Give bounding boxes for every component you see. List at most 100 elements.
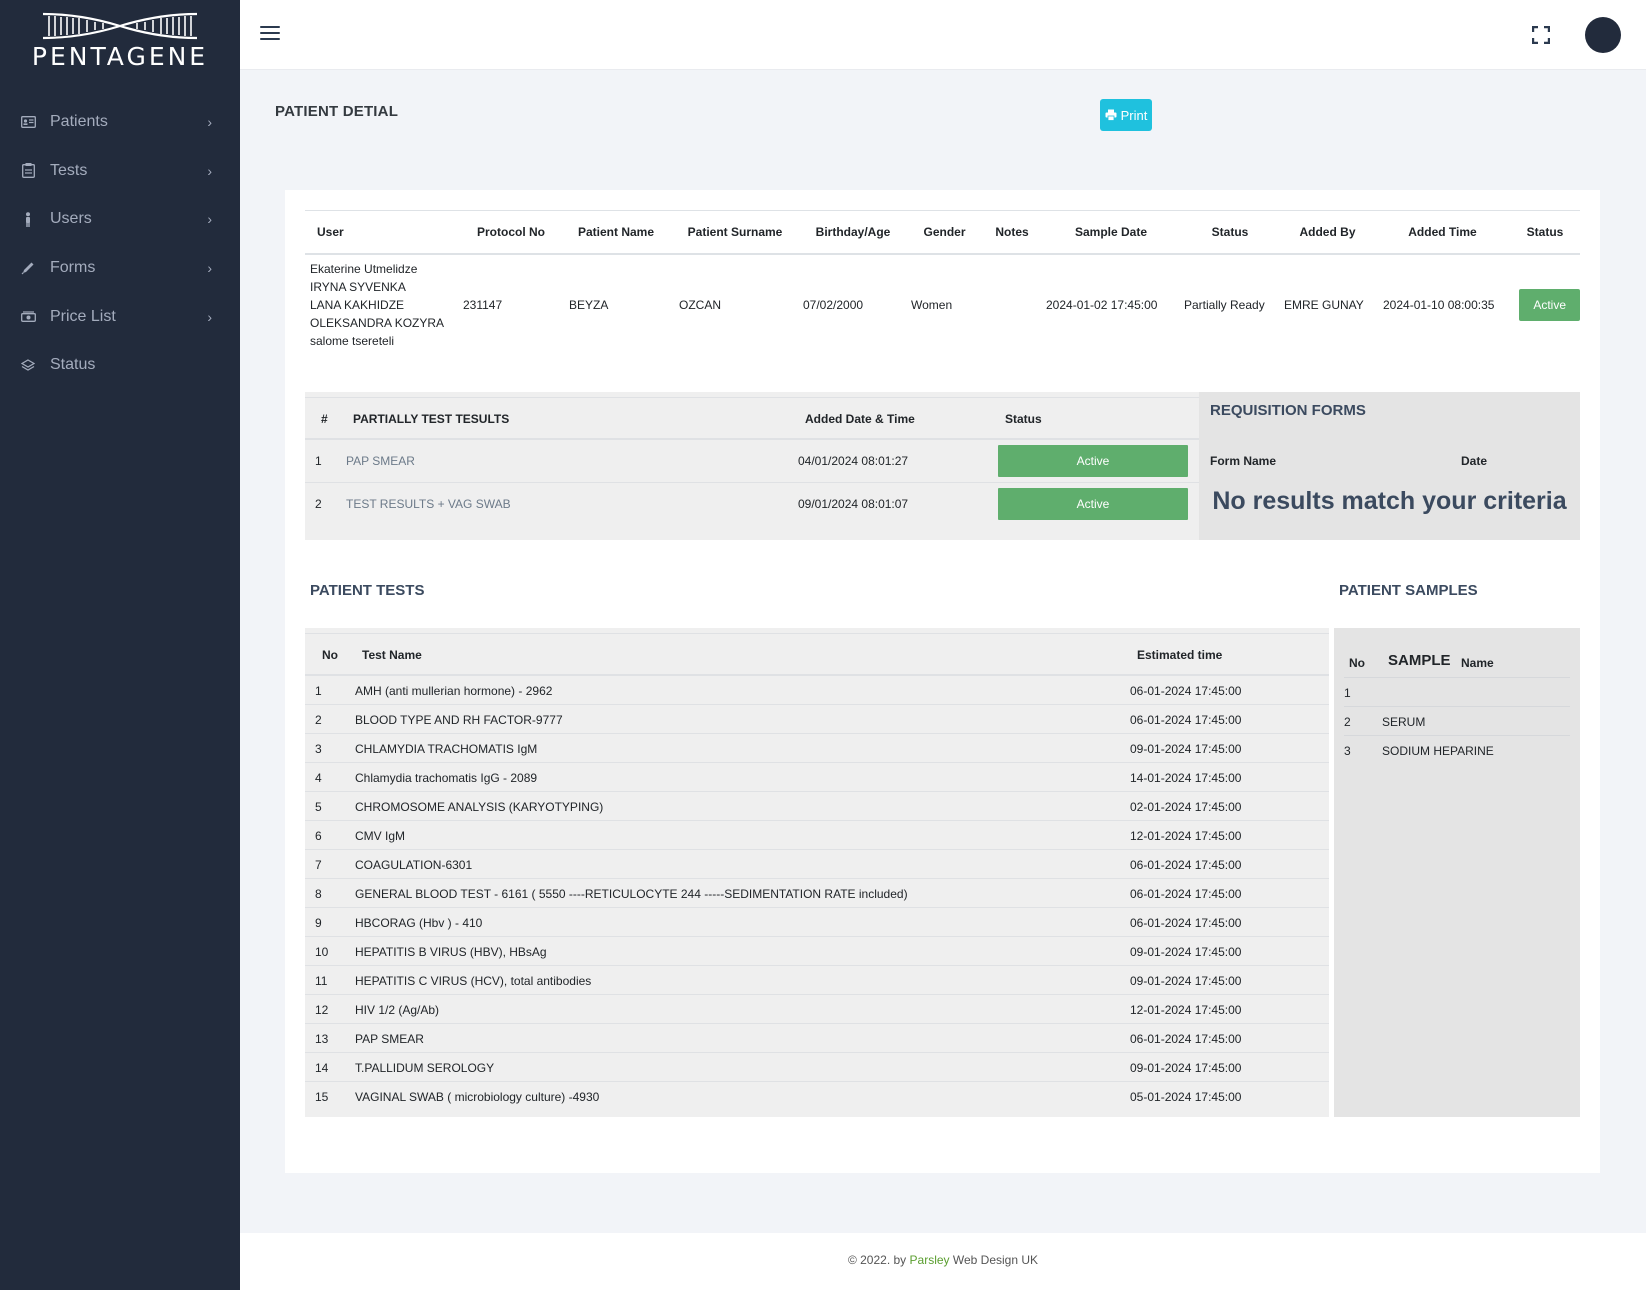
column-header: Sample Date: [1042, 210, 1180, 255]
added-time-cell: 2024-01-10 08:00:35: [1383, 298, 1495, 312]
column-header: No: [1349, 656, 1365, 670]
column-header: Added Date & Time: [805, 412, 915, 426]
active-status-button[interactable]: Active: [998, 445, 1188, 477]
column-header: User: [305, 210, 461, 255]
sample-no: 1: [1344, 686, 1351, 700]
test-estimated-time: 06-01-2024 17:45:00: [1130, 684, 1242, 698]
partial-results-table: # PARTIALLY TEST TESULTS Added Date & Ti…: [305, 392, 1199, 540]
birthday-cell: 07/02/2000: [803, 298, 864, 312]
column-header: Estimated time: [1137, 648, 1223, 662]
test-estimated-time: 09-01-2024 17:45:00: [1130, 974, 1242, 988]
column-header: PARTIALLY TEST TESULTS: [353, 412, 510, 426]
test-name: T.PALLIDUM SEROLOGY: [355, 1061, 495, 1075]
table-row: 7 COAGULATION-6301 06-01-2024 17:45:00: [305, 850, 1329, 879]
assigned-users-cell: Ekaterine Utmelidze IRYNA SYVENKA LANA K…: [305, 254, 461, 356]
chevron-right-icon: ›: [207, 211, 212, 228]
column-header: Status: [1180, 210, 1280, 255]
column-header: Patient Name: [561, 210, 671, 255]
column-header: Birthday/Age: [799, 210, 907, 255]
print-button[interactable]: Print: [1100, 99, 1152, 131]
status-cell: Partially Ready: [1184, 298, 1265, 312]
column-header: Form Name: [1210, 454, 1277, 468]
test-name: BLOOD TYPE AND RH FACTOR-9777: [355, 713, 563, 727]
sidebar-item-price-list[interactable]: Price List ›: [0, 292, 240, 341]
sidebar-item-forms[interactable]: Forms ›: [0, 244, 240, 293]
test-no: 13: [315, 1032, 329, 1046]
chevron-right-icon: ›: [207, 114, 212, 131]
test-no: 6: [315, 829, 322, 843]
test-name: CMV IgM: [355, 829, 406, 843]
chevron-right-icon: ›: [207, 260, 212, 277]
column-header: No: [322, 648, 338, 662]
user-avatar[interactable]: [1585, 17, 1621, 53]
test-estimated-time: 14-01-2024 17:45:00: [1130, 771, 1242, 785]
patient-name-cell: BEYZA: [569, 298, 609, 312]
print-label: Print: [1120, 107, 1148, 123]
sidebar-item-status[interactable]: Status: [0, 341, 240, 390]
user-name: IRYNA SYVENKA: [310, 280, 406, 294]
layers-icon: [20, 357, 36, 373]
column-header: Status: [1005, 412, 1042, 426]
footer-brand-link[interactable]: Parsley: [910, 1253, 950, 1267]
patient-samples-table: No SAMPLE Name 1 2 SERUM 3 SODIUM HEPARI…: [1334, 628, 1580, 1117]
test-estimated-time: 06-01-2024 17:45:00: [1130, 713, 1242, 727]
test-name: HIV 1/2 (Ag/Ab): [355, 1003, 440, 1017]
topbar: [240, 0, 1646, 70]
test-no: 15: [315, 1090, 329, 1104]
active-status-button[interactable]: Active: [998, 488, 1188, 520]
result-link[interactable]: TEST RESULTS + VAG SWAB: [346, 497, 511, 511]
patient-samples-title: PATIENT SAMPLES: [1339, 582, 1478, 599]
table-row: 12 HIV 1/2 (Ag/Ab) 12-01-2024 17:45:00: [305, 995, 1329, 1024]
row-number: 1: [315, 454, 322, 468]
table-header-row: User Protocol No Patient Name Patient Su…: [305, 210, 1580, 255]
test-name: PAP SMEAR: [355, 1032, 424, 1046]
column-header: Date: [1461, 454, 1488, 468]
column-header: Added By: [1280, 210, 1375, 255]
sidebar-item-label: Price List: [50, 307, 116, 325]
active-status-cell: Active: [1510, 254, 1580, 356]
table-row: 4 Chlamydia trachomatis IgG - 2089 14-01-2…: [305, 763, 1329, 792]
patient-tests-title: PATIENT TESTS: [310, 582, 425, 599]
added-by-cell: EMRE GUNAY: [1284, 298, 1364, 312]
empty-message: No results match your criteria: [1212, 487, 1567, 515]
test-name: HEPATITIS C VIRUS (HCV), total antibodie…: [355, 974, 592, 988]
test-no: 11: [315, 974, 328, 988]
test-name: AMH (anti mullerian hormone) - 2962: [355, 684, 553, 698]
notes-cell: [982, 254, 1042, 356]
test-name: CHROMOSOME ANALYSIS (KARYOTYPING): [355, 800, 604, 814]
sample-no: 2: [1344, 715, 1351, 729]
footer-suffix: Web Design UK: [952, 1253, 1039, 1267]
sidebar-item-tests[interactable]: Tests ›: [0, 147, 240, 196]
test-name: COAGULATION-6301: [355, 858, 473, 872]
test-estimated-time: 09-01-2024 17:45:00: [1130, 742, 1242, 756]
column-header: SAMPLE: [1388, 652, 1451, 669]
logo[interactable]: PENTAGENE: [0, 0, 240, 78]
column-header: Test Name: [362, 648, 422, 662]
sidebar-item-patients[interactable]: Patients ›: [0, 98, 240, 147]
test-no: 7: [315, 858, 322, 872]
test-no: 14: [315, 1061, 329, 1075]
row-number: 2: [315, 497, 322, 511]
test-no: 3: [315, 742, 322, 756]
table-row: 10 HEPATITIS B VIRUS (HBV), HBsAg 09-01-20…: [305, 937, 1329, 966]
result-link[interactable]: PAP SMEAR: [346, 454, 415, 468]
pencil-icon: [20, 260, 36, 276]
column-header: Protocol No: [461, 210, 561, 255]
hamburger-menu-icon[interactable]: [260, 26, 280, 42]
column-header: Status: [1510, 210, 1580, 255]
column-header: Added Time: [1375, 210, 1510, 255]
test-no: 5: [315, 800, 322, 814]
test-estimated-time: 06-01-2024 17:45:00: [1130, 1032, 1242, 1046]
chevron-right-icon: ›: [207, 308, 212, 325]
test-no: 4: [315, 771, 322, 785]
column-header: Name: [1461, 656, 1494, 670]
fullscreen-icon[interactable]: [1531, 25, 1551, 45]
active-status-button[interactable]: Active: [1519, 289, 1580, 321]
sidebar-nav: Patients › Tests › Users › Forms › Price…: [0, 98, 240, 390]
sidebar-item-users[interactable]: Users ›: [0, 195, 240, 244]
sample-name: SERUM: [1382, 715, 1426, 729]
user-name: LANA KAKHIDZE: [310, 298, 405, 312]
table-row: 1 AMH (anti mullerian hormone) - 2962 06-0…: [305, 676, 1329, 705]
patient-info-table: User Protocol No Patient Name Patient Su…: [305, 210, 1580, 356]
test-estimated-time: 09-01-2024 17:45:00: [1130, 945, 1242, 959]
